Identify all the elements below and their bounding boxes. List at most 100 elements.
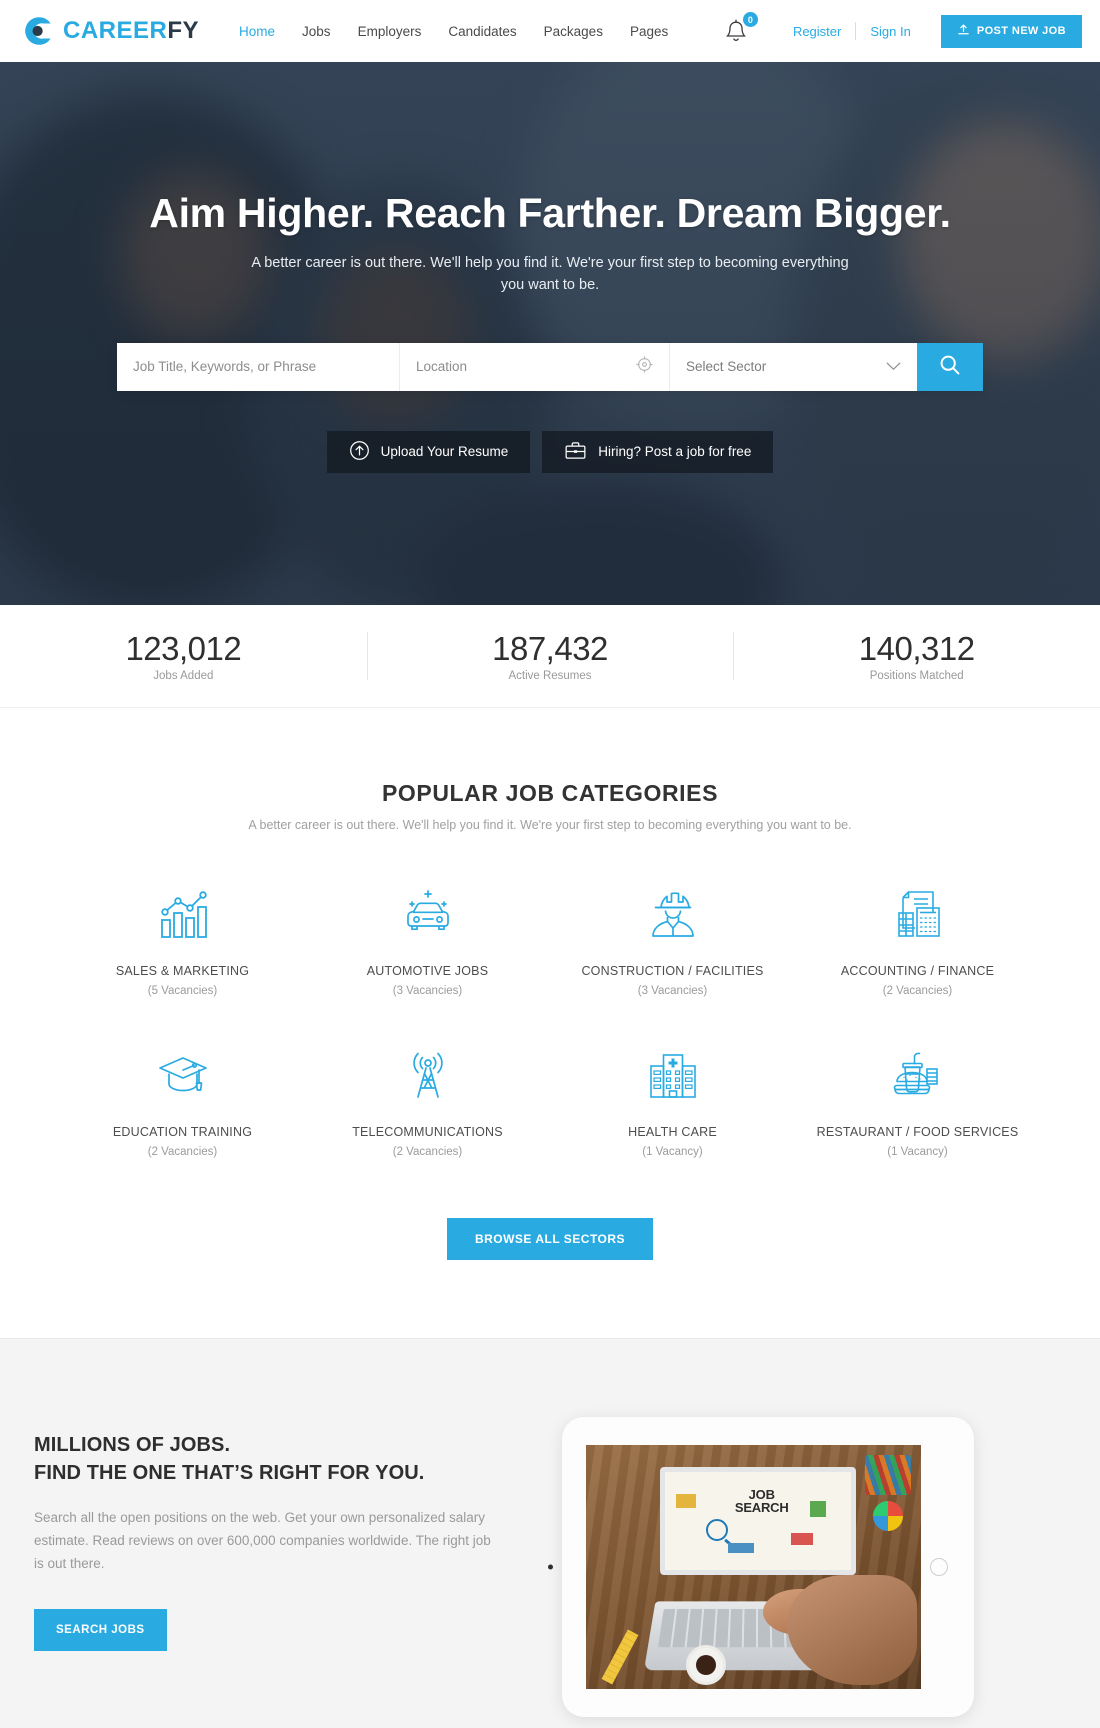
stat-number: 123,012 (125, 630, 242, 667)
browse-all-sectors-button[interactable]: BROWSE ALL SECTORS (446, 1218, 654, 1260)
category-vacancies: (2 Vacancies) (392, 1146, 463, 1158)
logo[interactable]: CAREERFY (22, 14, 199, 48)
section-subtitle: A better career is out there. We'll help… (248, 818, 852, 832)
category-name: TELECOMMUNICATIONS (352, 1125, 503, 1139)
category-name: AUTOMOTIVE JOBS (366, 964, 489, 978)
laptop-screen: JOB SEARCH (660, 1467, 856, 1575)
upload-resume-button[interactable]: Upload Your Resume (326, 430, 531, 473)
promo-paragraph: Search all the open positions on the web… (34, 1509, 491, 1572)
category-restaurant-food-services[interactable]: RESTAURANT / FOOD SERVICES (1 Vacancy) (795, 1045, 1040, 1158)
promo-heading: MILLIONS OF JOBS. FIND THE ONE THAT’S RI… (34, 1431, 520, 1488)
location-field[interactable] (399, 342, 669, 391)
nav-item-employers[interactable]: Employers (358, 24, 422, 39)
category-automotive-jobs[interactable]: AUTOMOTIVE JOBS (3 Vacancies) (305, 884, 550, 997)
promo-image-block: JOB SEARCH (548, 1417, 974, 1717)
main-nav: Home Jobs Employers Candidates Packages … (239, 24, 668, 39)
post-job-free-button[interactable]: Hiring? Post a job for free (542, 430, 774, 473)
search-submit-button[interactable] (917, 342, 983, 391)
sector-select-value[interactable]: Select Sector (670, 343, 917, 391)
category-vacancies: (3 Vacancies) (637, 985, 708, 997)
pencils-prop (865, 1455, 911, 1495)
careerfy-ring-logo-icon (22, 14, 56, 48)
job-search-bar: Select Sector (117, 342, 983, 391)
category-accounting-finance[interactable]: ACCOUNTING / FINANCE (2 Vacancies) (795, 884, 1040, 997)
car-sparkle-icon (305, 884, 550, 946)
search-keyword-input[interactable] (117, 342, 399, 391)
magnifier-doodle-icon (705, 1519, 728, 1542)
nav-item-candidates[interactable]: Candidates (448, 24, 516, 39)
graduation-cap-icon (60, 1045, 305, 1107)
category-vacancies: (3 Vacancies) (392, 985, 463, 997)
doodle-block (810, 1501, 827, 1518)
stats-bar: 123,012 Jobs Added 187,432 Active Resume… (0, 605, 1100, 708)
category-education-training[interactable]: EDUCATION TRAINING (2 Vacancies) (60, 1045, 305, 1158)
logo-text-primary: CAREER (63, 17, 168, 44)
search-location-input[interactable] (400, 342, 669, 391)
header-actions: 0 Register Sign In POST NEW JOB (723, 12, 1082, 48)
nav-item-packages[interactable]: Packages (544, 24, 603, 39)
hero-section: Aim Higher. Reach Farther. Dream Bigger.… (0, 62, 1100, 605)
chevron-down-icon (886, 358, 901, 376)
promo-heading-line1: MILLIONS OF JOBS. (34, 1434, 231, 1456)
category-vacancies: (2 Vacancies) (882, 985, 953, 997)
nav-item-pages[interactable]: Pages (630, 24, 668, 39)
upload-icon (957, 23, 970, 39)
stat-jobs-added: 123,012 Jobs Added (0, 630, 367, 682)
category-vacancies: (1 Vacancy) (642, 1146, 703, 1158)
stat-active-resumes: 187,432 Active Resumes (367, 630, 734, 682)
stat-positions-matched: 140,312 Positions Matched (733, 630, 1100, 682)
burger-drink-icon (795, 1045, 1040, 1107)
hero-title: Aim Higher. Reach Farther. Dream Bigger. (149, 190, 951, 236)
stat-number: 187,432 (492, 630, 608, 667)
doodle-block (676, 1493, 697, 1508)
category-name: HEALTH CARE (628, 1125, 717, 1139)
screen-doodles: JOB SEARCH (665, 1472, 851, 1570)
coffee-cup (686, 1645, 726, 1685)
crosshair-locate-icon[interactable] (636, 355, 653, 378)
ball-prop (873, 1501, 903, 1531)
promo-text-block: MILLIONS OF JOBS. FIND THE ONE THAT’S RI… (0, 1417, 520, 1652)
nav-item-jobs[interactable]: Jobs (302, 24, 331, 39)
stat-label: Jobs Added (153, 670, 214, 682)
logo-text: CAREERFY (63, 19, 199, 43)
keyword-field[interactable] (117, 342, 399, 391)
job-search-text: JOB SEARCH (734, 1486, 789, 1516)
section-title: POPULAR JOB CATEGORIES (381, 780, 719, 806)
category-vacancies: (1 Vacancy) (887, 1146, 948, 1158)
tablet-frame: JOB SEARCH (548, 1417, 974, 1717)
category-telecommunications[interactable]: TELECOMMUNICATIONS (2 Vacancies) (305, 1045, 550, 1158)
tablet-home-button[interactable] (930, 1558, 948, 1576)
category-sales-marketing[interactable]: SALES & MARKETING (5 Vacancies) (60, 884, 305, 997)
post-new-job-button[interactable]: POST NEW JOB (940, 14, 1082, 48)
doodle-block (728, 1542, 755, 1553)
site-header: CAREERFY Home Jobs Employers Candidates … (0, 0, 1100, 62)
search-jobs-button[interactable]: SEARCH JOBS (34, 1609, 167, 1652)
hero-action-buttons: Upload Your Resume Hiring? Post a job fo… (326, 430, 774, 473)
promo-heading-line2: FIND THE ONE THAT’S RIGHT FOR YOU. (34, 1462, 425, 1485)
category-health-care[interactable]: HEALTH CARE (1 Vacancy) (550, 1045, 795, 1158)
post-new-job-label: POST NEW JOB (976, 25, 1066, 37)
browse-sectors-wrap: BROWSE ALL SECTORS (0, 1218, 1100, 1260)
category-grid: SALES & MARKETING (5 Vacancies) AUTOMOTI… (60, 884, 1040, 1158)
notifications-button[interactable]: 0 (723, 12, 758, 48)
popular-job-categories-section: POPULAR JOB CATEGORIES A better career i… (0, 708, 1100, 1338)
calculator-document-icon (795, 884, 1040, 946)
stat-label: Active Resumes (508, 670, 592, 682)
category-name: EDUCATION TRAINING (112, 1125, 253, 1139)
signal-tower-icon (305, 1045, 550, 1107)
job-search-laptop-photo: JOB SEARCH (586, 1445, 921, 1689)
category-name: CONSTRUCTION / FACILITIES (581, 964, 764, 978)
sector-select[interactable]: Select Sector (669, 342, 917, 391)
hospital-building-icon (550, 1045, 795, 1107)
category-name: ACCOUNTING / FINANCE (840, 964, 995, 978)
nav-item-home[interactable]: Home (239, 24, 275, 39)
category-vacancies: (5 Vacancies) (147, 985, 218, 997)
doodle-block (791, 1532, 814, 1545)
logo-text-secondary: FY (167, 17, 200, 44)
stat-label: Positions Matched (869, 670, 964, 682)
briefcase-icon (564, 440, 587, 464)
category-construction-facilities[interactable]: CONSTRUCTION / FACILITIES (3 Vacancies) (550, 884, 795, 997)
signin-link[interactable]: Sign In (856, 24, 924, 39)
tablet-camera-dot (548, 1564, 553, 1570)
register-link[interactable]: Register (779, 24, 855, 39)
